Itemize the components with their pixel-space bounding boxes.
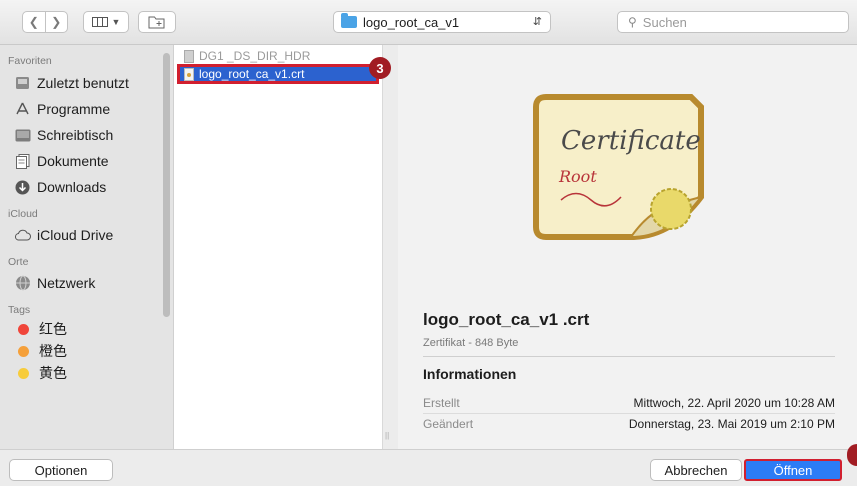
preview-pane: Certificate Root logo_root_ca_v1 .crt Ze… <box>398 45 857 449</box>
file-row[interactable]: DG1 _DS_DIR_HDR <box>174 47 382 65</box>
sidebar-item-tag-red[interactable]: 红色 <box>14 318 173 340</box>
network-icon <box>14 275 31 291</box>
step-callout-badge-partial <box>847 444 857 466</box>
file-name: logo_root_ca_v1.crt <box>199 67 305 81</box>
sidebar-item-label: iCloud Drive <box>37 227 114 243</box>
column-resize-handle[interactable]: || <box>385 431 389 440</box>
sidebar-item-tag-orange[interactable]: 橙色 <box>14 340 173 362</box>
search-field[interactable]: ⚲ Suchen <box>617 11 849 33</box>
sidebar-item-label: Downloads <box>37 179 107 195</box>
file-name: DG1 _DS_DIR_HDR <box>199 49 311 63</box>
step-callout-badge: 3 <box>369 57 391 79</box>
applications-icon <box>14 102 31 117</box>
sidebar-item-downloads[interactable]: Downloads <box>14 174 173 200</box>
certificate-file-icon <box>184 67 194 81</box>
search-placeholder: Suchen <box>642 14 687 30</box>
chevron-down-icon: ▼ <box>111 17 121 27</box>
file-column: DG1 _DS_DIR_HDR logo_root_ca_v1.crt <box>174 45 383 449</box>
open-button[interactable]: Öffnen <box>744 459 842 481</box>
favorites-heading: Favoriten <box>8 55 52 67</box>
toolbar: ❮ ❯ ▼ logo_root_ca_v1 ⇵ ⚲ Suchen <box>0 0 857 45</box>
cert-title: Certificate <box>561 126 701 156</box>
modified-label: Geändert <box>423 417 474 431</box>
certificate-icon: Certificate Root <box>533 94 704 240</box>
sidebar-item-desktop[interactable]: Schreibtisch <box>14 122 173 148</box>
divider <box>423 413 835 414</box>
downloads-icon <box>14 180 31 195</box>
file-icon <box>184 49 194 63</box>
created-label: Erstellt <box>423 396 460 410</box>
search-icon: ⚲ <box>628 15 637 29</box>
divider <box>423 356 835 357</box>
nav-buttons: ❮ ❯ <box>22 11 68 33</box>
updown-chevron-icon: ⇵ <box>532 16 542 28</box>
location-popup[interactable]: logo_root_ca_v1 ⇵ <box>333 11 551 33</box>
sidebar-item-network[interactable]: Netzwerk <box>14 270 173 296</box>
documents-icon <box>14 153 31 169</box>
cert-subtitle: Root <box>558 167 597 186</box>
new-folder-button[interactable] <box>138 11 176 33</box>
yellow-tag-dot <box>18 367 29 379</box>
options-button[interactable]: Optionen <box>9 459 113 481</box>
sidebar-item-label: Netzwerk <box>37 275 96 291</box>
sidebar-item-applications[interactable]: Programme <box>14 96 173 122</box>
tags-heading: Tags <box>8 304 31 316</box>
location-label: logo_root_ca_v1 <box>363 14 460 30</box>
modified-row: Geändert Donnerstag, 23. Mai 2019 um 2:1… <box>423 417 835 431</box>
info-heading: Informationen <box>423 366 517 382</box>
cancel-button[interactable]: Abbrechen <box>650 459 742 481</box>
preview-filename: logo_root_ca_v1 .crt <box>423 310 590 329</box>
new-folder-icon <box>148 16 165 28</box>
sidebar-item-documents[interactable]: Dokumente <box>14 148 173 174</box>
sidebar-item-label: Schreibtisch <box>37 127 114 143</box>
bottom-bar: Optionen Abbrechen Öffnen <box>0 444 857 486</box>
sidebar: Favoriten Zuletzt benutzt Programme Schr… <box>0 45 174 449</box>
modified-value: Donnerstag, 23. Mai 2019 um 2:10 PM <box>628 417 835 431</box>
sidebar-item-label: Zuletzt benutzt <box>37 75 129 91</box>
sidebar-item-label: 红色 <box>39 321 67 337</box>
sidebar-scrollbar[interactable] <box>163 53 170 317</box>
forward-button[interactable]: ❯ <box>46 12 68 32</box>
preview-kind: Zertifikat - 848 Byte <box>423 337 519 349</box>
recents-icon <box>14 76 31 91</box>
sidebar-item-tag-yellow[interactable]: 黄色 <box>14 362 173 384</box>
file-row-selected[interactable]: logo_root_ca_v1.crt <box>177 64 379 84</box>
sidebar-item-label: Programme <box>37 101 111 117</box>
sidebar-item-label: 橙色 <box>39 343 67 359</box>
orange-tag-dot <box>18 345 29 357</box>
chevron-left-icon: ❮ <box>28 15 39 29</box>
view-mode-button[interactable]: ▼ <box>83 11 129 33</box>
created-row: Erstellt Mittwoch, 22. April 2020 um 10:… <box>423 396 835 410</box>
desktop-icon <box>14 128 31 143</box>
cloud-icon <box>14 228 31 243</box>
sidebar-item-icloud-drive[interactable]: iCloud Drive <box>14 222 173 248</box>
sidebar-item-recents[interactable]: Zuletzt benutzt <box>14 70 173 96</box>
red-tag-dot <box>18 323 29 335</box>
columns-view-icon <box>91 17 108 27</box>
back-button[interactable]: ❮ <box>23 12 46 32</box>
icloud-heading: iCloud <box>8 208 38 220</box>
chevron-right-icon: ❯ <box>51 15 62 29</box>
places-heading: Orte <box>8 256 29 268</box>
sidebar-item-label: 黄色 <box>39 365 67 381</box>
folder-icon <box>341 13 357 28</box>
created-value: Mittwoch, 22. April 2020 um 10:28 AM <box>633 396 835 410</box>
sidebar-item-label: Dokumente <box>37 153 109 169</box>
